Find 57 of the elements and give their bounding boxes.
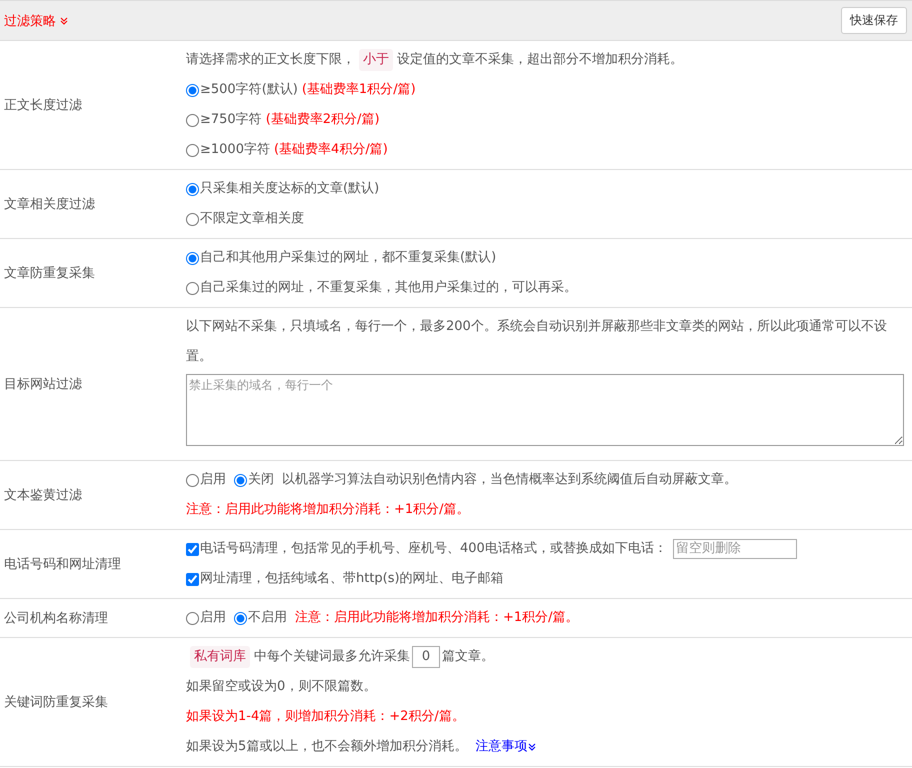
option-label[interactable]: 电话号码清理，包括常见的手机号、座机号、400电话格式，或替换成如下电话： [200, 534, 667, 564]
option-label[interactable]: ≥500字符(默认) [200, 75, 298, 105]
keyword-tag: 小于 [359, 49, 393, 71]
count-input[interactable]: 0 [412, 646, 440, 668]
setting-label: 文章相关度过滤 [3, 196, 96, 213]
notes-link[interactable]: 注意事项 [475, 732, 536, 762]
radio-button[interactable] [234, 612, 247, 624]
setting-label: 电话号码和网址清理 [3, 556, 122, 573]
rate-note: (基础费率1积分/篇) [302, 81, 416, 99]
setting-label: 文本鉴黄过滤 [3, 487, 83, 504]
text: 篇文章。 [442, 648, 494, 666]
radio-button[interactable] [186, 252, 199, 264]
keyword-tag: 私有词库 [190, 646, 250, 668]
radio-button[interactable] [186, 212, 199, 226]
option-label[interactable]: 网址清理，包括纯域名、带http(s)的网址、电子邮箱 [200, 564, 504, 594]
description-text: 以下网站不采集，只填域名，每行一个，最多200个。系统会自动识别并屏蔽那些非文章类的网站，所以此项通常可以不设置。 [186, 318, 888, 366]
option-label[interactable]: 只采集相关度达标的文章(默认) [200, 174, 380, 204]
description-text: 如果留空或设为0，则不限篇数。 [186, 678, 378, 696]
rate-note: (基础费率4积分/篇) [274, 141, 388, 159]
option-label[interactable]: 自己采集过的网址，不重复采集，其他用户采集过的，可以再采。 [200, 273, 577, 303]
phone-input[interactable]: 留空则删除 [672, 539, 797, 559]
radio-button[interactable] [186, 114, 199, 126]
setting-label: 公司机构名称清理 [3, 610, 109, 627]
setting-label: 目标网站过滤 [3, 376, 83, 393]
text: 请选择需求的正文长度下限， [186, 51, 355, 69]
text: 如果设为5篇或以上，也不会额外增加积分消耗。 [186, 738, 468, 756]
option-label[interactable]: ≥1000字符 [200, 135, 270, 165]
checkbox[interactable] [186, 572, 199, 586]
radio-button[interactable] [234, 474, 247, 486]
radio-button[interactable] [186, 282, 199, 294]
warning-text: 注意：启用此功能将增加积分消耗：+1积分/篇。 [186, 501, 471, 519]
radio-button[interactable] [186, 84, 199, 96]
chevron-icon [528, 743, 536, 751]
option-label[interactable]: ≥750字符 [200, 105, 262, 135]
radio-button[interactable] [186, 144, 199, 156]
warning-text: 注意：启用此功能将增加积分消耗：+1积分/篇。 [295, 609, 579, 627]
option-label[interactable]: 启用 [200, 465, 226, 495]
option-label[interactable]: 关闭 [248, 465, 274, 495]
save-button[interactable]: 快速保存 [841, 7, 907, 34]
setting-label: 正文长度过滤 [3, 97, 83, 114]
option-label[interactable]: 不启用 [248, 603, 287, 633]
option-label[interactable]: 自己和其他用户采集过的网址，都不重复采集(默认) [200, 243, 496, 273]
radio-button[interactable] [186, 612, 199, 624]
warning-text: 如果设为1-4篇，则增加积分消耗：+2积分/篇。 [186, 708, 466, 726]
radio-button[interactable] [186, 474, 199, 486]
setting-label: 文章防重复采集 [3, 265, 96, 282]
option-label[interactable]: 不限定文章相关度 [200, 204, 304, 234]
setting-label: 关键词防重复采集 [3, 694, 109, 711]
chevron-icon [60, 16, 68, 24]
text: 设定值的文章不采集，超出部分不增加积分消耗。 [397, 51, 683, 69]
option-label[interactable]: 启用 [200, 603, 226, 633]
description-text: 以机器学习算法自动识别色情内容，当色情概率达到系统阈值后自动屏蔽文章。 [282, 471, 737, 489]
domain-textarea[interactable]: 禁止采集的域名，每行一个 [186, 374, 904, 446]
radio-button[interactable] [186, 182, 199, 196]
checkbox[interactable] [186, 542, 199, 556]
rate-note: (基础费率2积分/篇) [266, 111, 380, 129]
text: 中每个关键词最多允许采集 [254, 648, 410, 666]
